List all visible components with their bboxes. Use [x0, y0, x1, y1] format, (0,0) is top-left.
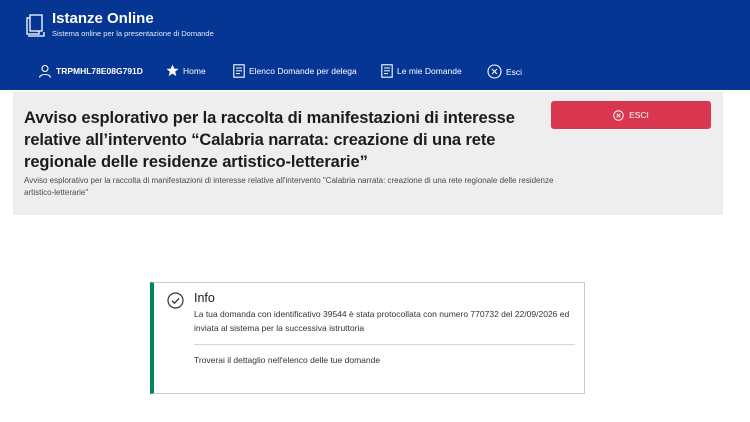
check-circle-icon — [167, 292, 184, 309]
nav-user[interactable]: TRPMHL78E08G791D — [38, 64, 143, 78]
page-description: Avviso esplorativo per la raccolta di ma… — [24, 176, 554, 197]
document-list-icon — [381, 64, 393, 78]
main-nav: TRPMHL78E08G791D Home Elenco Domande per… — [0, 58, 750, 88]
nav-item-mie-domande[interactable]: Le mie Domande — [381, 64, 462, 78]
info-detail: Troverai il dettaglio nell'elenco delle … — [194, 355, 381, 365]
close-circle-icon — [487, 64, 502, 79]
info-message: La tua domanda con identificativo 39544 … — [194, 309, 570, 333]
esci-button-label: ESCI — [629, 110, 649, 120]
page-title: Avviso esplorativo per la raccolta di ma… — [24, 109, 515, 171]
user-icon — [38, 64, 52, 78]
brand[interactable]: Istanze Online Sistema online per la pre… — [24, 10, 214, 40]
nav-label-esci: Esci — [506, 66, 523, 77]
document-list-icon — [233, 64, 245, 78]
nav-item-home[interactable]: Home — [166, 64, 206, 77]
app-title: Istanze Online — [52, 10, 154, 27]
user-code: TRPMHL78E08G791D — [56, 66, 143, 76]
app-subtitle: Sistema online per la presentazione di D… — [52, 29, 214, 38]
nav-item-esci[interactable]: Esci — [487, 64, 522, 79]
star-icon — [166, 64, 179, 77]
info-callout: Info La tua domanda con identificativo 3… — [150, 282, 585, 394]
page-header: Avviso esplorativo per la raccolta di ma… — [13, 92, 723, 215]
top-header: Istanze Online Sistema online per la pre… — [0, 0, 750, 90]
info-title: Info — [194, 291, 215, 305]
document-icon — [26, 14, 45, 37]
close-circle-icon — [613, 109, 624, 121]
nav-label-elenco: Elenco Domande per delega — [249, 66, 357, 76]
info-divider — [194, 344, 575, 345]
esci-button[interactable]: ESCI — [551, 101, 711, 129]
nav-item-elenco-domande[interactable]: Elenco Domande per delega — [233, 64, 357, 78]
nav-label-mie: Le mie Domande — [397, 66, 462, 76]
nav-label-home: Home — [183, 65, 206, 76]
